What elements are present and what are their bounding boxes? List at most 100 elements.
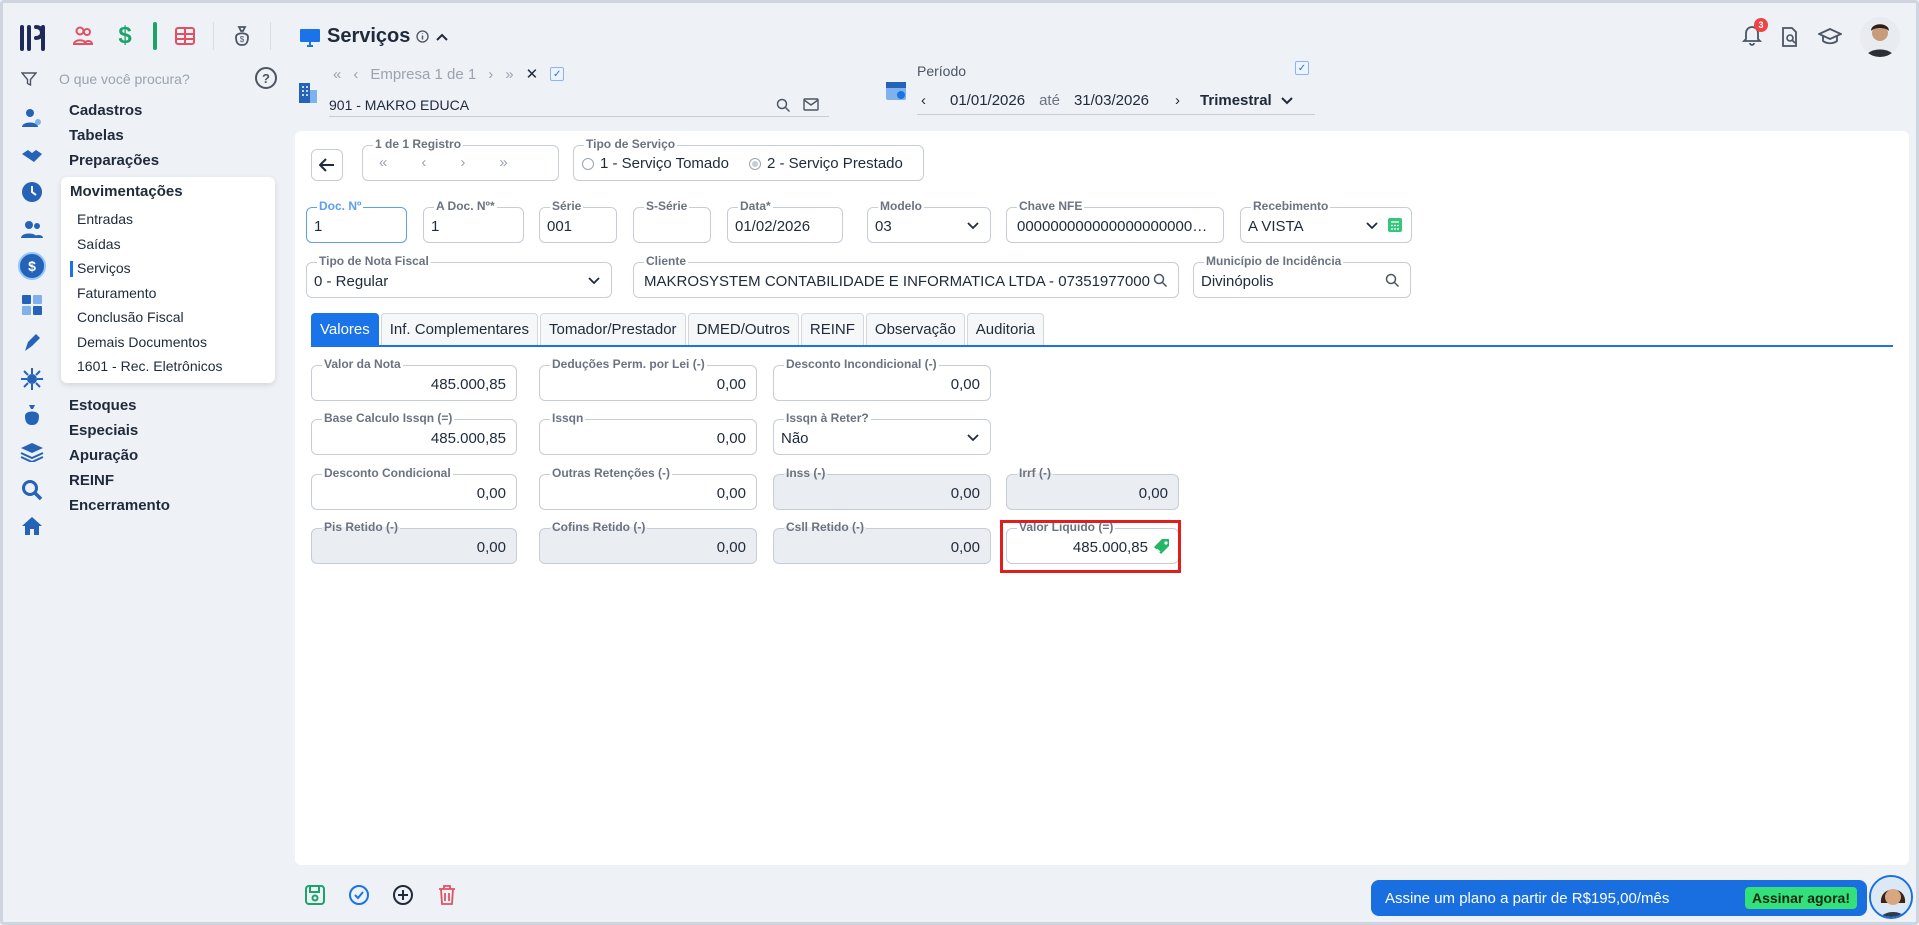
people-icon[interactable] [69,21,97,51]
municipio-value[interactable]: Divinópolis [1201,273,1400,290]
subscription-banner[interactable]: Assine um plano a partir de R$195,00/mês… [1371,880,1867,916]
menu-item-apuracao[interactable]: Apuração [69,447,138,464]
tab-observacao[interactable]: Observação [865,313,965,345]
s-serie-field[interactable]: S-Série [633,199,711,243]
outras-retencoes-field[interactable]: Outras Retenções (-) 0,00 [539,466,757,510]
submenu-title[interactable]: Movimentações [70,183,183,200]
tab-reinf[interactable]: REINF [800,313,864,345]
tipo-nota-select[interactable]: Tipo de Nota Fiscal 0 - Regular [306,254,612,298]
user-avatar[interactable] [1860,17,1900,57]
dollar-icon[interactable]: $ [111,21,139,51]
calculator-icon[interactable] [17,292,47,318]
period-end[interactable]: 31/03/2026 [1074,92,1149,109]
outras-retencoes-value[interactable]: 0,00 [547,485,746,502]
first-record-button[interactable]: « [379,154,387,171]
desconto-incondicional-value[interactable]: 0,00 [781,376,980,393]
chevron-down-icon[interactable] [587,272,601,288]
data-field[interactable]: Data* 01/02/2026 [727,199,843,243]
confirm-icon[interactable] [345,881,373,909]
handshake-icon[interactable] [17,144,47,170]
menu-item-preparacoes[interactable]: Preparações [69,152,159,169]
search-icon[interactable] [776,98,791,113]
company-field[interactable]: 901 - MAKRO EDUCA [329,93,829,117]
last-company-button[interactable]: » [505,66,513,83]
period-start[interactable]: 01/01/2026 [950,92,1025,109]
radio-label-tomado[interactable]: 1 - Serviço Tomado [600,155,729,172]
menu-item-tabelas[interactable]: Tabelas [69,127,124,144]
money-bag-icon[interactable]: $ [228,21,256,51]
valor-nota-field[interactable]: Valor da Nota 485.000,85 [311,357,517,401]
search-placeholder[interactable]: O que você procura? [59,71,190,87]
chevron-down-icon[interactable] [966,217,980,233]
company-checkbox[interactable]: ✓ [550,67,565,81]
layers-icon[interactable] [17,439,47,465]
issqn-reter-select[interactable]: Issqn à Reter? Não [773,411,991,455]
a-doc-no-field[interactable]: A Doc. Nº* 1 [423,199,524,243]
help-icon[interactable]: ? [255,67,277,89]
menu-item-especiais[interactable]: Especiais [69,422,138,439]
document-search-icon[interactable] [1780,26,1800,48]
calculator-icon[interactable] [1387,217,1403,233]
tab-inf-complementares[interactable]: Inf. Complementares [380,313,538,345]
modelo-select[interactable]: Modelo 03 [867,199,991,243]
a-doc-no-value[interactable]: 1 [431,218,513,235]
submenu-item-conclusao-fiscal[interactable]: Conclusão Fiscal [77,309,184,325]
modelo-value[interactable]: 03 [875,218,980,235]
submenu-item-entradas[interactable]: Entradas [77,211,133,227]
chevron-down-icon[interactable] [1365,217,1379,233]
next-period-button[interactable]: › [1175,92,1180,109]
issqn-field[interactable]: Issqn 0,00 [539,411,757,455]
clock-icon[interactable] [17,179,47,205]
users-icon[interactable] [17,217,47,243]
bell-icon[interactable]: 3 [1741,17,1768,51]
submenu-item-saidas[interactable]: Saídas [77,236,121,252]
submenu-item-faturamento[interactable]: Faturamento [77,285,156,301]
base-calculo-value[interactable]: 485.000,85 [319,430,506,447]
clear-icon[interactable]: ✕ [526,65,539,83]
desconto-condicional-field[interactable]: Desconto Condicional 0,00 [311,466,517,510]
issqn-reter-value[interactable]: Não [781,430,980,447]
cliente-value[interactable]: MAKROSYSTEM CONTABILIDADE E INFORMATICA … [644,273,1150,290]
menu-item-estoques[interactable]: Estoques [69,397,137,414]
back-button[interactable] [311,149,343,181]
chave-nfe-field[interactable]: Chave NFE 000000000000000000000000000000… [1006,199,1224,243]
desconto-incondicional-field[interactable]: Desconto Incondicional (-) 0,00 [773,357,991,401]
serie-value[interactable]: 001 [547,218,606,235]
radio-servico-tomado[interactable] [582,157,594,170]
spreadsheet-icon[interactable] [171,21,199,51]
period-type[interactable]: Trimestral [1200,92,1272,109]
bag-icon[interactable] [17,402,47,428]
subscribe-button[interactable]: Assinar agora! [1744,887,1857,909]
add-icon[interactable] [389,881,417,909]
deducoes-field[interactable]: Deduções Perm. por Lei (-) 0,00 [539,357,757,401]
recebimento-select[interactable]: Recebimento A VISTA [1240,199,1412,243]
chevron-up-icon[interactable] [435,32,449,42]
last-record-button[interactable]: » [499,154,507,171]
tab-tomador-prestador[interactable]: Tomador/Prestador [539,313,686,345]
next-company-button[interactable]: › [488,66,493,83]
network-icon[interactable] [17,366,47,392]
chevron-down-icon[interactable] [1280,96,1294,106]
issqn-value[interactable]: 0,00 [547,430,746,447]
trash-icon[interactable] [433,881,461,909]
menu-item-reinf[interactable]: REINF [69,472,114,489]
save-icon[interactable] [301,881,329,909]
info-icon[interactable] [416,30,430,43]
valor-nota-value[interactable]: 485.000,85 [319,376,506,393]
cliente-field[interactable]: Cliente MAKROSYSTEM CONTABILIDADE E INFO… [633,254,1179,298]
data-value[interactable]: 01/02/2026 [735,218,832,235]
prev-period-button[interactable]: ‹ [921,92,926,109]
radio-label-prestado[interactable]: 2 - Serviço Prestado [767,155,903,172]
tab-auditoria[interactable]: Auditoria [966,313,1044,345]
submenu-item-demais-documentos[interactable]: Demais Documentos [77,334,207,350]
deducoes-value[interactable]: 0,00 [547,376,746,393]
magnifier-icon[interactable] [17,477,47,503]
first-company-button[interactable]: « [333,66,341,83]
doc-no-field[interactable]: Doc. Nº 1 [306,199,407,243]
tab-valores[interactable]: Valores [311,313,379,345]
home-icon[interactable] [17,513,47,539]
serie-field[interactable]: Série 001 [539,199,617,243]
chave-nfe-value[interactable]: 0000000000000000000000000000000000000000… [1017,218,1213,235]
graduation-cap-icon[interactable] [1818,27,1842,47]
search-icon[interactable] [1385,273,1400,288]
